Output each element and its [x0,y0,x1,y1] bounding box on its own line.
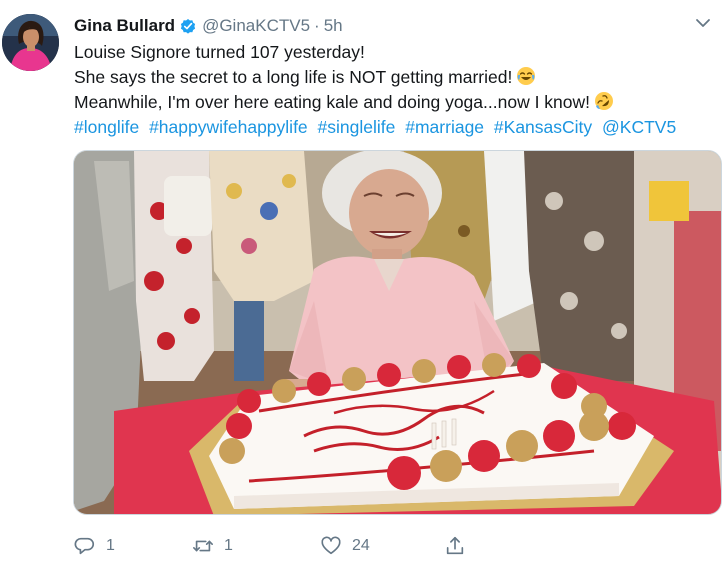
tweet-text-line-2: She says the secret to a long life is NO… [74,65,714,90]
tweet-text-line-1: Louise Signore turned 107 yesterday! [74,42,365,62]
share-icon [446,536,464,555]
tweet-text: Louise Signore turned 107 yesterday! She… [74,40,714,140]
tweet-media-photo[interactable] [73,150,722,515]
reply-count: 1 [106,537,115,554]
hashtag-longlife[interactable]: #longlife [74,117,139,137]
hashtag-happywifehappylife[interactable]: #happywifehappylife [149,117,308,137]
share-button[interactable] [444,532,466,560]
hashtag-kansascity[interactable]: #KansasCity [494,117,592,137]
tweet-text-line-3-content: Meanwhile, I'm over here eating kale and… [74,92,591,112]
rolling-on-floor-laughing-icon [594,91,614,111]
tweet-text-line-3: Meanwhile, I'm over here eating kale and… [74,90,714,115]
face-with-tears-of-joy-icon [516,66,536,86]
tweet-timestamp[interactable]: 5h [324,16,343,36]
reply-icon [74,537,94,555]
reply-button[interactable]: 1 [74,532,115,560]
tweet-text-line-2-content: She says the secret to a long life is NO… [74,67,513,87]
like-count: 24 [352,537,370,554]
retweet-button[interactable]: 1 [192,532,233,560]
mention-kctv5[interactable]: @KCTV5 [602,117,676,137]
hashtag-list: #longlife #happywifehappylife #singlelif… [74,115,714,140]
hashtag-singlelife[interactable]: #singlelife [318,117,396,137]
separator-dot: · [314,16,320,35]
chevron-down-icon[interactable] [694,14,712,32]
verified-badge-icon [179,17,197,35]
hashtag-marriage[interactable]: #marriage [405,117,484,137]
author-handle[interactable]: @GinaKCTV5 [202,16,310,36]
tweet: Gina Bullard @GinaKCTV5 · 5h Louise Sign… [0,0,726,567]
retweet-icon [193,540,213,552]
tweet-actions: 1 1 24 [74,532,494,560]
heart-icon [321,536,341,555]
retweet-count: 1 [224,537,233,554]
author-name[interactable]: Gina Bullard [74,16,175,36]
author-avatar[interactable] [2,14,59,71]
like-button[interactable]: 24 [320,532,370,560]
tweet-header: Gina Bullard @GinaKCTV5 · 5h [74,14,343,38]
